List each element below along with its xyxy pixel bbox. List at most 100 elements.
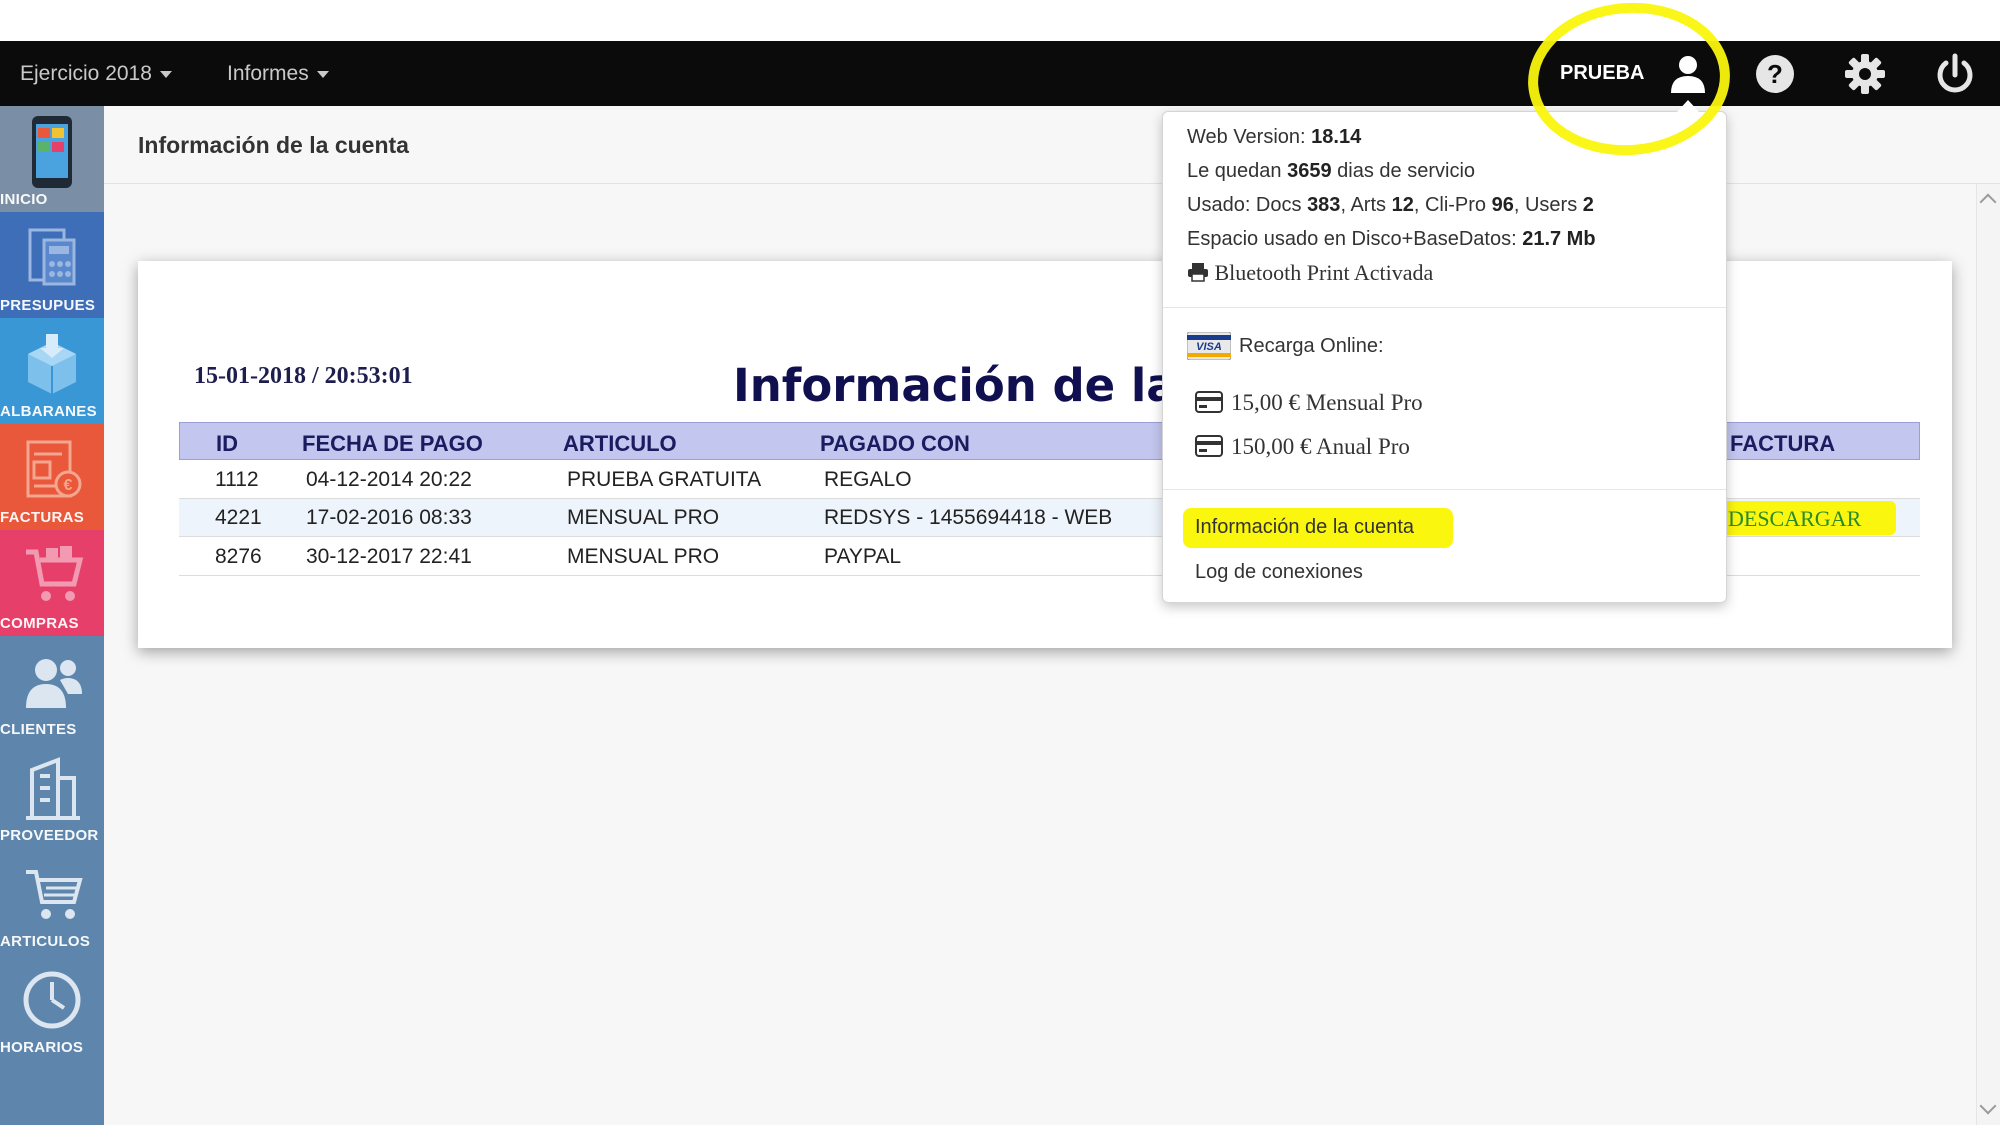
plan-monthly-option[interactable]: 15,00 € Mensual Pro bbox=[1195, 390, 1423, 416]
arts-count: 12 bbox=[1391, 194, 1414, 216]
cell-id: 4221 bbox=[215, 506, 262, 529]
sidebar: INICIO PRESUPUES ALBARANES € FACTURAS CO… bbox=[0, 106, 104, 1125]
cell-id: 1112 bbox=[215, 468, 259, 491]
account-info-link[interactable]: Información de la cuenta bbox=[1195, 516, 1414, 539]
cell-paid-with: REGALO bbox=[824, 468, 912, 491]
cell-article: PRUEBA GRATUITA bbox=[567, 468, 762, 491]
sidebar-item-proveedor[interactable]: PROVEEDOR bbox=[0, 742, 104, 848]
chevron-down-icon bbox=[159, 70, 172, 78]
download-invoice-link[interactable]: DESCARGAR bbox=[1696, 501, 1901, 537]
sidebar-item-clientes[interactable]: CLIENTES bbox=[0, 636, 104, 742]
visa-card-icon: VISA bbox=[1186, 331, 1232, 361]
page-title: Información de la cuenta bbox=[138, 132, 409, 158]
invoice-icon: € bbox=[26, 440, 82, 498]
calculator-icon bbox=[28, 228, 76, 286]
app-window: Ejercicio 2018 Informes PRUEBA ? INICIO … bbox=[0, 0, 2000, 1125]
sidebar-item-label: ALBARANES bbox=[0, 403, 97, 420]
plan-yearly-option[interactable]: 150,00 € Anual Pro bbox=[1195, 434, 1410, 460]
building-icon bbox=[26, 757, 80, 820]
column-header-date: FECHA DE PAGO bbox=[302, 431, 483, 456]
user-dropdown: Web Version: 18.14 Le quedan 3659 dias d… bbox=[1162, 100, 1727, 603]
bluetooth-label: Bluetooth Print Activada bbox=[1214, 260, 1434, 285]
users-count: 2 bbox=[1582, 194, 1594, 216]
column-header-paid-with: PAGADO CON bbox=[820, 431, 970, 456]
column-header-article: ARTICULO bbox=[563, 431, 677, 456]
plan-monthly-label: 15,00 € Mensual Pro bbox=[1231, 390, 1423, 415]
cell-id: 8276 bbox=[215, 545, 262, 568]
web-version: Web Version: 18.14 bbox=[1187, 126, 1361, 149]
users-label: , Users bbox=[1513, 194, 1578, 216]
connection-log-link[interactable]: Log de conexiones bbox=[1195, 561, 1363, 584]
sidebar-item-inicio[interactable]: INICIO bbox=[0, 106, 104, 212]
column-header-id: ID bbox=[216, 431, 238, 456]
sidebar-item-label: ARTICULOS bbox=[0, 933, 91, 950]
year-menu[interactable]: Ejercicio 2018 bbox=[20, 41, 172, 106]
clock-icon bbox=[23, 971, 81, 1029]
cell-paid-with: PAYPAL bbox=[824, 545, 902, 568]
column-header-invoice: FACTURA bbox=[1730, 431, 1836, 456]
cart-icon bbox=[26, 870, 83, 919]
phone-icon bbox=[32, 116, 72, 188]
credit-card-icon bbox=[1195, 435, 1223, 457]
sidebar-item-presupuestos[interactable]: PRESUPUES bbox=[0, 212, 104, 318]
chevron-up-icon[interactable] bbox=[1979, 193, 1997, 211]
svg-text:€: € bbox=[64, 477, 73, 494]
scrollbar[interactable] bbox=[1976, 184, 2000, 1125]
sidebar-item-articulos[interactable]: ARTICULOS bbox=[0, 848, 104, 954]
datetime: 15-01-2018 / 20:53:01 bbox=[194, 363, 413, 389]
sidebar-item-compras[interactable]: COMPRAS bbox=[0, 530, 104, 636]
recharge-label: Recarga Online: bbox=[1239, 335, 1384, 357]
sidebar-item-label: PRESUPUES bbox=[0, 297, 96, 314]
cell-article: MENSUAL PRO bbox=[567, 506, 720, 529]
web-version-value: 18.14 bbox=[1311, 126, 1362, 148]
chevron-down-icon bbox=[316, 70, 329, 78]
space-label: Espacio usado en Disco+BaseDatos: bbox=[1187, 228, 1517, 250]
sidebar-item-horarios[interactable]: HORARIOS bbox=[0, 954, 104, 1060]
cell-article: MENSUAL PRO bbox=[567, 545, 720, 568]
card-title: Información de la bbox=[733, 359, 1177, 412]
sidebar-item-label: FACTURAS bbox=[0, 509, 85, 526]
disk-space: Espacio usado en Disco+BaseDatos: 21.7 M… bbox=[1187, 228, 1596, 251]
reports-menu[interactable]: Informes bbox=[227, 41, 329, 106]
cell-date: 04-12-2014 20:22 bbox=[306, 468, 472, 491]
cell-date: 17-02-2016 08:33 bbox=[306, 506, 472, 529]
help-icon[interactable]: ? bbox=[1752, 51, 1798, 97]
sidebar-item-label: INICIO bbox=[0, 191, 48, 208]
shopping-cart-icon bbox=[26, 546, 84, 601]
printer-icon bbox=[1188, 263, 1208, 282]
clipro-count: 96 bbox=[1491, 194, 1514, 216]
web-version-label: Web Version: bbox=[1187, 126, 1306, 148]
clipro-label: , Cli-Pro bbox=[1413, 194, 1487, 216]
divider bbox=[1163, 489, 1726, 490]
days-prefix: Le quedan bbox=[1187, 160, 1282, 182]
download-label: DESCARGAR bbox=[1728, 506, 1862, 531]
docs-count: 383 bbox=[1307, 194, 1341, 216]
sidebar-item-label: COMPRAS bbox=[0, 615, 79, 632]
sidebar-item-label: PROVEEDOR bbox=[0, 827, 99, 844]
svg-text:?: ? bbox=[1767, 59, 1783, 89]
arts-label: , Arts bbox=[1340, 194, 1387, 216]
credit-card-icon bbox=[1195, 391, 1223, 413]
sidebar-item-albaranes[interactable]: ALBARANES bbox=[0, 318, 104, 424]
sidebar-item-label: HORARIOS bbox=[0, 1039, 84, 1056]
gear-icon[interactable] bbox=[1842, 51, 1888, 97]
users-icon bbox=[26, 659, 82, 708]
chevron-down-icon[interactable] bbox=[1979, 1097, 1997, 1115]
divider bbox=[1163, 307, 1726, 308]
usage-label: Usado: Docs bbox=[1187, 194, 1302, 216]
power-icon[interactable] bbox=[1932, 51, 1978, 97]
cell-paid-with: REDSYS - 1455694418 - WEB bbox=[824, 506, 1113, 529]
sidebar-item-facturas[interactable]: € FACTURAS bbox=[0, 424, 104, 530]
year-menu-label: Ejercicio 2018 bbox=[20, 62, 152, 85]
plan-yearly-label: 150,00 € Anual Pro bbox=[1231, 434, 1410, 459]
cell-date: 30-12-2017 22:41 bbox=[306, 545, 472, 568]
bluetooth-status: Bluetooth Print Activada bbox=[1187, 260, 1433, 286]
box-icon bbox=[28, 334, 76, 394]
svg-text:VISA: VISA bbox=[1196, 341, 1222, 353]
service-days: Le quedan 3659 dias de servicio bbox=[1187, 160, 1475, 183]
sidebar-item-label: CLIENTES bbox=[0, 721, 77, 738]
days-suffix: dias de servicio bbox=[1337, 160, 1476, 182]
recharge-online: VISA Recarga Online: bbox=[1186, 331, 1384, 361]
usage-stats: Usado: Docs 383, Arts 12, Cli-Pro 96, Us… bbox=[1187, 194, 1594, 217]
reports-menu-label: Informes bbox=[227, 62, 309, 85]
